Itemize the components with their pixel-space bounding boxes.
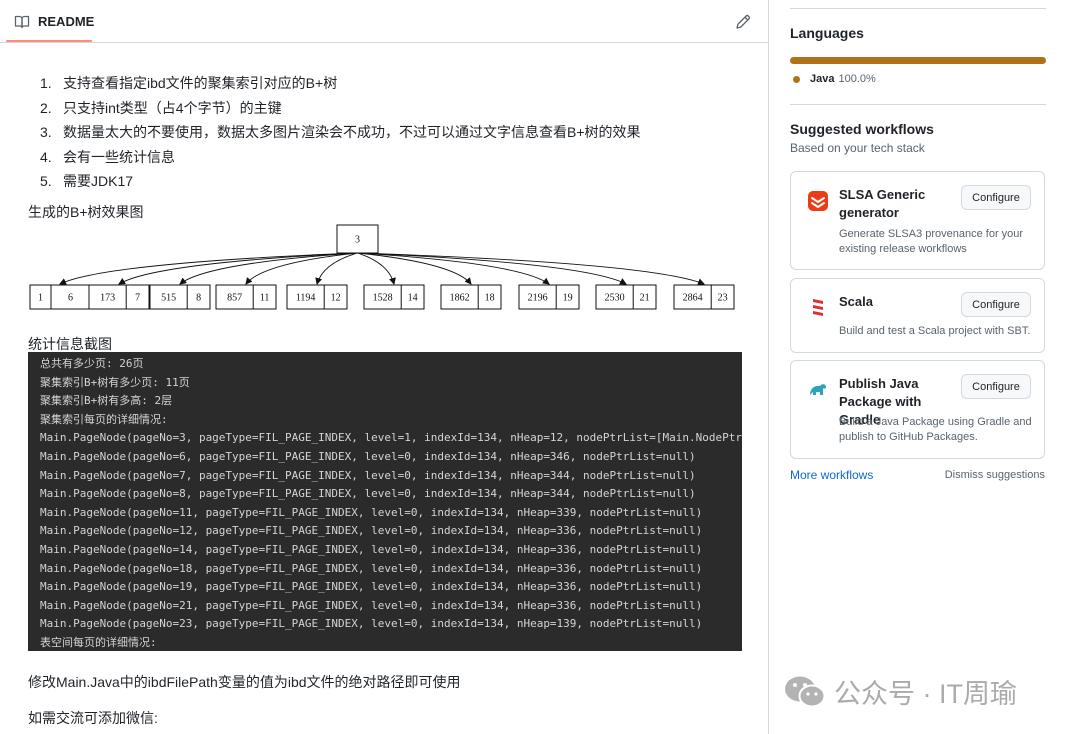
usage-text: 修改Main.Java中的ibdFilePath变量的值为ibd文件的绝对路径即… [28,674,461,690]
tree-leaf-pointer: 14 [408,292,418,303]
stats-heading: 统计信息截图 [28,336,112,352]
terminal-line: Main.PageNode(pageNo=19, pageType=FIL_PA… [40,580,703,594]
tree-leaf-node: 173 7 [88,284,150,310]
workflow-description: Build and test a Scala project with SBT. [839,325,1031,337]
tree-root-key: 3 [355,234,360,245]
tree-leaf-key: 515 [161,292,176,303]
tree-root-node: 3 [336,224,379,254]
bplus-tree-diagram: 31 6 173 7 515 8 857 11 1194 12 1528 14 1862 18 2196 19… [29,224,735,310]
tree-leaf-pointer: 12 [331,292,341,303]
divider [790,8,1046,9]
terminal-line: Main.PageNode(pageNo=14, pageType=FIL_PA… [40,542,703,556]
terminal-line: 表空间每页的详细情况: [40,635,157,649]
readme-header: README [0,0,768,43]
workflows-subtitle: Based on your tech stack [790,141,925,155]
tree-leaf-node: 1862 18 [440,284,502,310]
tree-leaf-node: 515 8 [149,284,211,310]
terminal-line: Main.PageNode(pageNo=8, pageType=FIL_PAG… [40,487,696,501]
tree-leaf-key: 1528 [373,292,393,303]
tree-heading: 生成的B+树效果图 [28,204,144,220]
tree-leaf-key: 1194 [296,292,316,303]
terminal-line: Main.PageNode(pageNo=6, pageType=FIL_PAG… [40,449,696,463]
tree-edge [357,252,705,286]
list-item: 4. 会有一些统计信息 [40,148,175,165]
tree-leaf-key: 2864 [683,292,703,303]
active-tab-underline [6,40,92,42]
tree-leaf-node: 1528 14 [363,284,425,310]
tree-leaf-pointer: 6 [68,292,73,303]
terminal-line: Main.PageNode(pageNo=18, pageType=FIL_PA… [40,561,703,575]
tree-leaf-node: 2196 19 [518,284,580,310]
terminal-line: Main.PageNode(pageNo=7, pageType=FIL_PAG… [40,468,696,482]
divider [790,104,1046,105]
tree-leaf-node: 857 11 [215,284,277,310]
list-item: 2. 只支持int类型（占4个字节）的主键 [40,99,282,116]
list-item: 3. 数据量太大的不要使用，数据太多图片渲染会不成功，不过可以通过文字信息查看B+… [40,124,641,140]
workflow-description: Generate SLSA3 provenance for your exist… [839,228,1024,255]
terminal-line: 聚集索引B+树有多少页: 11页 [40,375,190,389]
language-bar [790,57,1046,64]
tree-leaf-pointer: 19 [563,292,573,303]
workflow-card-gradle: Publish Java Package with Gradle Configu… [790,360,1045,459]
terminal-line: 聚集索引每页的详细情况: [40,412,168,426]
tree-leaf-node: 2530 21 [595,284,657,310]
workflows-title: Suggested workflows [790,121,934,137]
tree-edge [59,252,358,285]
workflow-name: SLSA Generic generator [839,187,926,220]
tree-leaf-pointer: 11 [260,292,270,303]
terminal-line: Main.PageNode(pageNo=11, pageType=FIL_PA… [40,505,703,519]
readme-tab[interactable]: README [8,0,100,43]
tree-leaf-key: 857 [227,292,242,303]
tree-leaf-key: 1862 [450,292,470,303]
configure-button[interactable]: Configure [961,374,1031,399]
more-workflows-link[interactable]: More workflows [790,468,873,482]
readme-panel: README 1. 支持查看指定ibd文件的聚集索引对应的B+树 2. 只支持int… [0,0,769,734]
workflow-card-slsa: SLSA Generic generator Configure Generat… [790,171,1045,270]
gradle-icon [810,384,826,395]
tree-leaf-pointer: 21 [640,292,650,303]
terminal-line: Main.PageNode(pageNo=21, pageType=FIL_PA… [40,598,703,612]
workflow-description: Build a Java Package using Gradle and pu… [839,416,1032,443]
tree-leaf-node: 16 [29,284,91,310]
language-item-java[interactable]: Java 100.0% [790,71,876,87]
pencil-icon[interactable] [733,12,753,32]
list-item: 5. 需要JDK17 [40,173,134,189]
language-dot [793,75,800,83]
terminal-line: 总共有多少页: 26页 [40,357,144,370]
workflow-name: Scala [839,294,873,309]
tree-leaf-key: 2196 [528,292,548,303]
tree-leaf-pointer: 23 [718,292,728,303]
slsa-icon [808,191,828,211]
dismiss-suggestions-button[interactable]: Dismiss suggestions [945,469,1045,481]
tree-edge [357,252,627,285]
tree-edge [357,252,550,285]
readme-content: 1. 支持查看指定ibd文件的聚集索引对应的B+树 2. 只支持int类型（占4个字… [0,43,768,734]
terminal-line: 聚集索引B+树有多高: 2层 [40,394,173,408]
contact-text: 如需交流可添加微信: [28,710,158,726]
tree-leaf-node: 2864 23 [673,284,735,310]
stats-terminal-screenshot: 总共有多少页: 26页聚集索引B+树有多少页: 11页 聚集索引B+树有多高: 2… [28,352,742,651]
book-icon [14,15,30,28]
terminal-line: Main.PageNode(pageNo=23, pageType=FIL_PA… [40,617,703,631]
readme-tab-label: README [38,14,95,29]
list-item: 1. 支持查看指定ibd文件的聚集索引对应的B+树 [40,75,338,91]
terminal-line: Main.PageNode(pageNo=3, pageType=FIL_PAG… [40,431,742,445]
feature-list: 1. 支持查看指定ibd文件的聚集索引对应的B+树 2. 只支持int类型（占4个字… [40,71,641,194]
tree-leaf-pointer: 18 [485,292,495,303]
workflow-card-scala: Scala Configure Build and test a Scala p… [790,278,1045,353]
configure-button[interactable]: Configure [961,185,1031,210]
tree-edge [357,252,472,285]
repo-sidebar: Languages Java 100.0% Suggested workflow… [790,0,1046,734]
configure-button[interactable]: Configure [961,292,1031,317]
languages-title[interactable]: Languages [790,25,864,41]
scala-icon [813,299,823,316]
tree-leaf-key: 1 [38,292,43,303]
tree-leaf-pointer: 7 [135,292,140,303]
tree-leaf-pointer: 8 [196,292,201,303]
tree-leaf-key: 173 [100,292,115,303]
tree-leaf-node: 1194 12 [286,284,348,310]
tree-edge [357,252,396,285]
tree-leaf-key: 2530 [605,292,625,303]
terminal-line: Main.PageNode(pageNo=12, pageType=FIL_PA… [40,524,703,538]
